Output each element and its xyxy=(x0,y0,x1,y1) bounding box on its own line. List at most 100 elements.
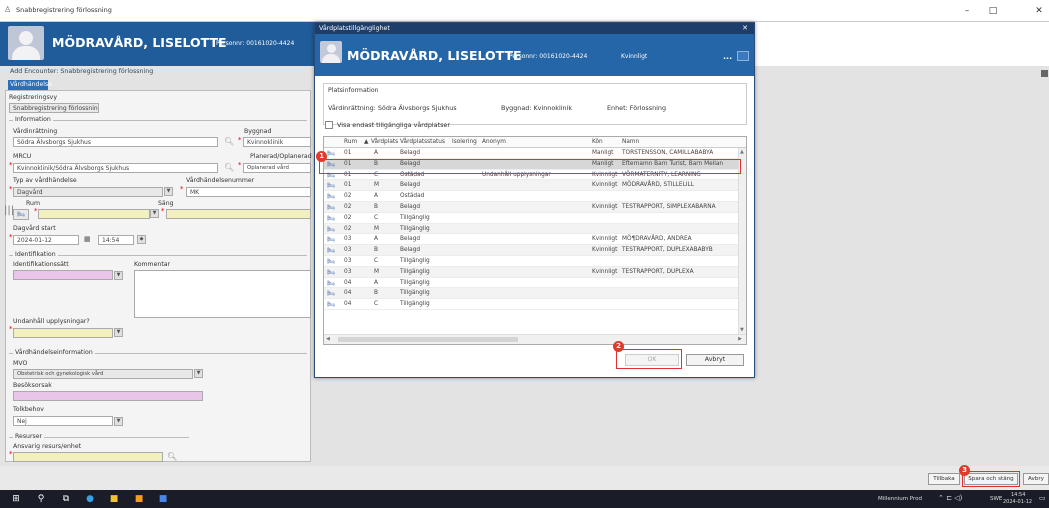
mrcu-label: MRCU xyxy=(13,153,32,160)
horizontal-scrollbar[interactable]: ◀ ▶ xyxy=(324,334,746,344)
maximize-button[interactable]: □ xyxy=(982,3,1004,19)
chevron-down-icon[interactable]: ▼ xyxy=(114,328,123,337)
bed-icon: 🛏︎ xyxy=(327,204,335,211)
cell-plats: B xyxy=(374,290,378,297)
besoksorsak-field[interactable] xyxy=(13,391,203,401)
cell-namn: TESTRAPPORT, DUPLEXABABYB xyxy=(622,247,713,254)
column-namn[interactable]: Namn xyxy=(622,139,639,145)
cell-rum: 03 xyxy=(344,268,352,275)
mrcu-field[interactable]: Kvinnoklinik/Södra Älvsborgs Sjukhus xyxy=(13,163,218,173)
spinner-icon[interactable]: ◆ xyxy=(137,235,146,244)
rum-field[interactable] xyxy=(38,209,150,219)
table-row[interactable]: 🛏︎ 03 B Belagd Kvinnligt TESTRAPPORT, DUPLEXA… xyxy=(324,245,738,256)
chevron-down-icon[interactable]: ▼ xyxy=(114,271,123,280)
chevron-down-icon[interactable]: ▼ xyxy=(114,417,123,426)
column-kon[interactable]: Kön xyxy=(592,139,603,145)
app-icon[interactable]: ■ xyxy=(133,493,145,505)
undanhall-field[interactable] xyxy=(13,328,113,338)
table-row[interactable]: 🛏︎ 03 C Tillgänglig xyxy=(324,256,738,267)
search-icon[interactable]: 🔍︎ xyxy=(224,163,234,172)
table-row[interactable]: 🛏︎ 02 C Tillgänglig xyxy=(324,213,738,224)
column-anonym[interactable]: Anonym xyxy=(482,139,506,145)
chevron-down-icon[interactable]: ▼ xyxy=(150,209,159,218)
avbryt-button[interactable]: Avbry xyxy=(1023,473,1049,485)
cell-kon: Kvinnligt xyxy=(592,247,618,254)
byggnad-field[interactable]: Kvinnoklinik xyxy=(243,137,311,147)
identifikationssatt-field[interactable] xyxy=(13,270,113,280)
date-field[interactable]: 2024-01-12 xyxy=(13,235,79,245)
menu-icon[interactable] xyxy=(1041,70,1048,77)
cell-rum: 02 xyxy=(344,225,352,232)
information-section: Information xyxy=(13,116,53,123)
table-row[interactable]: 🛏︎ 04 A Tillgänglig xyxy=(324,278,738,289)
table-row[interactable]: 🛏︎ 04 C Tillgänglig xyxy=(324,299,738,310)
task-view-icon[interactable]: ⧉ xyxy=(60,493,72,505)
patient-personnr: Personnr: 00161020-4424 xyxy=(216,40,295,47)
table-row[interactable]: 🛏︎ 04 B Tillgänglig xyxy=(324,288,738,300)
column-isolering[interactable]: Isolering xyxy=(452,139,477,145)
table-row[interactable]: 🛏︎ 02 A Ostädad xyxy=(324,191,738,202)
callout-one: 1 xyxy=(316,151,327,162)
table-row[interactable]: 🛏︎ 02 M Tillgänglig xyxy=(324,223,738,235)
notifications-icon[interactable]: ▭ xyxy=(1039,494,1046,502)
table-row[interactable]: 🛏︎ 01 A Belagd Manligt TORSTENSSON, CAMILLABA… xyxy=(324,148,738,159)
close-window-button[interactable]: ✕ xyxy=(1030,3,1048,19)
cell-rum: 02 xyxy=(344,193,352,200)
enhet-info: Enhet: Förlossning xyxy=(607,104,667,112)
calendar-icon[interactable]: ▦ xyxy=(84,235,91,243)
chevron-down-icon[interactable]: ▼ xyxy=(164,187,173,196)
available-only-checkbox[interactable] xyxy=(325,121,333,129)
file-explorer-icon[interactable]: ■ xyxy=(108,493,120,505)
close-icon[interactable]: ✕ xyxy=(742,24,748,32)
table-row[interactable]: 🛏︎ 01 M Belagd Kvinnligt MÖDRAVÅRD, STILLELIL… xyxy=(324,180,738,192)
registreringsvy-field[interactable]: Snabbregistrering förlossning xyxy=(9,103,99,113)
windows-start-icon[interactable]: ⊞ xyxy=(10,493,22,505)
vhnr-field[interactable]: MK xyxy=(186,187,311,197)
bed-icon: 🛏︎ xyxy=(327,150,335,157)
table-row[interactable]: 🛏︎ 03 M Tillgänglig Kvinnligt TESTRAPPORT, DU… xyxy=(324,266,738,278)
vardinrattning-field[interactable]: Södra Älvsborgs Sjukhus xyxy=(13,137,218,147)
sort-icon[interactable]: ▲ xyxy=(364,139,368,145)
column-status[interactable]: Vårdplatsstatus xyxy=(400,139,445,145)
patient-avatar xyxy=(320,41,342,63)
rum-label: Rum xyxy=(26,200,40,207)
planerad-field[interactable]: Oplanerad vård xyxy=(243,163,311,173)
cancel-button[interactable]: Avbryt xyxy=(686,354,744,366)
typ-field[interactable]: Dagvård xyxy=(13,187,163,197)
tolkbehov-field[interactable]: Nej xyxy=(13,416,113,426)
ansvarig-field[interactable] xyxy=(13,452,163,462)
bed-icon[interactable]: 🛏︎ xyxy=(13,209,29,220)
search-icon[interactable]: ⚲ xyxy=(35,493,47,505)
chevron-down-icon[interactable]: ▼ xyxy=(194,369,203,378)
millennium-app-icon[interactable]: ■ xyxy=(157,493,169,505)
table-row[interactable]: 🛏︎ 02 B Belagd Kvinnligt TESTRAPPORT, SIMPLEX… xyxy=(324,202,738,213)
table-row[interactable]: 🛏︎ 03 A Belagd Kvinnligt MÖ¶DRAVÅRD, ANDREA xyxy=(324,234,738,246)
tillbaka-button[interactable]: Tillbaka xyxy=(928,473,960,485)
dagvard-start-label: Dagvård start xyxy=(13,225,56,232)
search-icon[interactable]: 🔍︎ xyxy=(167,452,177,461)
search-icon[interactable]: 🔍︎ xyxy=(224,137,234,146)
ansvarig-label: Ansvarig resurs/enhet xyxy=(13,443,82,450)
column-vardplats[interactable]: Vårdplats xyxy=(371,139,398,145)
dialog-titlebar: Vårdplatstillgänglighet ✕ xyxy=(315,23,754,34)
time-field[interactable]: 14:54 xyxy=(98,235,134,245)
vertical-scrollbar[interactable]: ▲ ▼ xyxy=(738,148,746,334)
column-rum[interactable]: Rum xyxy=(344,139,357,145)
tray-icons[interactable]: ⌃ ⊏ ◁) xyxy=(938,494,962,502)
tab-vardhandelse[interactable]: Vårdhändelse xyxy=(8,80,52,90)
kommentar-field[interactable] xyxy=(134,270,311,318)
panel-splitter-handle[interactable]: ||| xyxy=(4,205,14,227)
cell-plats: B xyxy=(374,247,378,254)
cell-rum: 02 xyxy=(344,214,352,221)
cell-status: Tillgänglig xyxy=(400,290,430,297)
minimize-button[interactable]: – xyxy=(956,3,978,19)
more-button[interactable]: ... xyxy=(723,52,732,61)
edge-browser-icon[interactable]: ● xyxy=(84,493,96,505)
sang-field[interactable] xyxy=(166,209,311,219)
mvo-field[interactable]: Obstetrisk och gynekologisk vård xyxy=(13,369,193,379)
bed-icon: 🛏︎ xyxy=(327,290,335,298)
encounter-form: Registreringsvy Snabbregistrering förlos… xyxy=(5,90,312,462)
dialog-patient-header: MÖDRAVÅRD, LISELOTTE Personnr: 00161020-… xyxy=(315,34,754,76)
language-indicator[interactable]: SWE xyxy=(990,496,1002,502)
expand-icon[interactable] xyxy=(737,51,749,61)
